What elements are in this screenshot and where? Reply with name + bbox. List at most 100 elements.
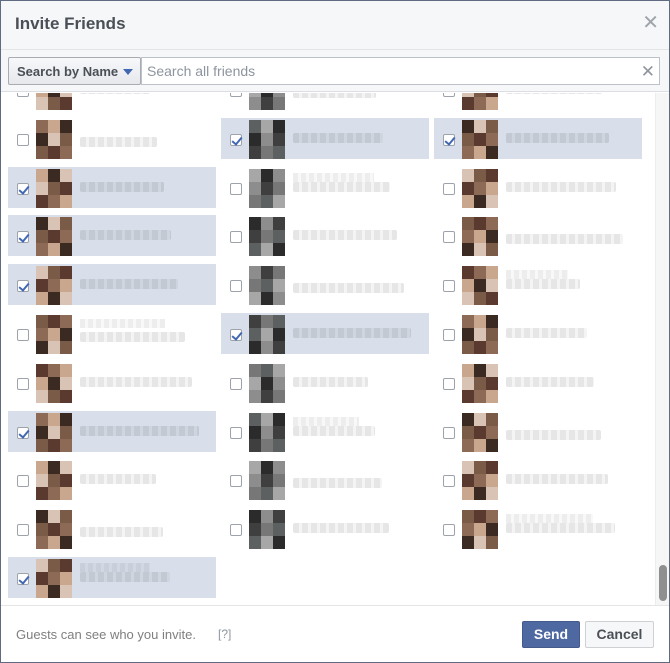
chevron-down-icon bbox=[123, 69, 133, 75]
friend-checkbox[interactable] bbox=[230, 475, 242, 488]
friend-name-blurred bbox=[80, 563, 150, 572]
friend-item[interactable] bbox=[434, 117, 642, 159]
friend-item[interactable] bbox=[221, 459, 429, 501]
friend-name-blurred bbox=[506, 234, 623, 245]
friend-checkbox[interactable] bbox=[443, 475, 455, 488]
friend-item[interactable] bbox=[434, 215, 642, 257]
friend-name-blurred bbox=[506, 474, 608, 485]
friend-item[interactable] bbox=[8, 410, 216, 452]
friend-avatar bbox=[36, 315, 72, 354]
help-link[interactable]: [?] bbox=[218, 627, 231, 641]
friend-avatar bbox=[249, 217, 285, 257]
friend-item[interactable] bbox=[8, 459, 216, 501]
friend-item[interactable] bbox=[221, 167, 429, 208]
friend-checkbox[interactable] bbox=[443, 329, 455, 341]
friend-item[interactable] bbox=[221, 508, 429, 550]
friend-name-blurred bbox=[80, 332, 185, 342]
friend-item[interactable] bbox=[434, 313, 642, 354]
friend-checkbox[interactable] bbox=[17, 280, 29, 293]
friend-item[interactable] bbox=[221, 313, 429, 354]
friend-name-blurred bbox=[80, 376, 192, 387]
friend-checkbox[interactable] bbox=[443, 231, 455, 244]
search-friends-input[interactable] bbox=[141, 57, 660, 85]
friend-name-blurred bbox=[506, 523, 615, 534]
friend-checkbox[interactable] bbox=[230, 93, 242, 97]
friend-name-blurred bbox=[80, 319, 165, 328]
friend-checkbox[interactable] bbox=[443, 426, 455, 439]
friend-item[interactable] bbox=[221, 215, 429, 257]
friend-name-blurred bbox=[506, 429, 601, 440]
friend-checkbox[interactable] bbox=[17, 133, 29, 146]
friend-name-blurred bbox=[293, 283, 404, 294]
friend-item[interactable] bbox=[221, 264, 429, 306]
friend-avatar bbox=[462, 412, 498, 452]
friend-item[interactable] bbox=[434, 411, 642, 452]
friend-checkbox[interactable] bbox=[230, 524, 242, 537]
friend-item[interactable] bbox=[434, 459, 642, 501]
friend-checkbox[interactable] bbox=[17, 426, 29, 439]
friend-item[interactable] bbox=[8, 313, 216, 354]
friend-name-blurred bbox=[293, 376, 368, 387]
friend-item[interactable] bbox=[8, 215, 216, 257]
friend-checkbox[interactable] bbox=[230, 329, 242, 341]
friend-checkbox[interactable] bbox=[17, 231, 29, 244]
friend-name-blurred bbox=[293, 172, 374, 182]
friend-item[interactable] bbox=[434, 167, 642, 208]
cancel-button[interactable]: Cancel bbox=[585, 621, 654, 648]
friend-item[interactable] bbox=[434, 93, 642, 110]
friend-checkbox[interactable] bbox=[230, 231, 242, 244]
friend-item[interactable] bbox=[8, 166, 216, 208]
friend-name-blurred bbox=[506, 328, 587, 338]
friend-checkbox[interactable] bbox=[443, 133, 455, 146]
friend-avatar bbox=[36, 559, 72, 598]
friend-item[interactable] bbox=[8, 557, 216, 598]
friend-item[interactable] bbox=[221, 117, 429, 159]
friend-item[interactable] bbox=[221, 411, 429, 452]
friend-avatar bbox=[36, 119, 72, 159]
friend-checkbox[interactable] bbox=[443, 93, 455, 97]
friend-checkbox[interactable] bbox=[230, 426, 242, 439]
friend-item[interactable] bbox=[434, 508, 642, 550]
scrollbar-thumb[interactable] bbox=[659, 565, 667, 601]
friend-item[interactable] bbox=[434, 362, 642, 403]
friend-avatar bbox=[36, 412, 72, 452]
friend-item[interactable] bbox=[8, 362, 216, 403]
friend-name-blurred bbox=[506, 181, 616, 192]
friend-item[interactable] bbox=[8, 508, 216, 550]
friend-name-blurred bbox=[80, 93, 150, 94]
invite-friends-dialog: Invite Friends ✕ Search by Name ✕ Guests… bbox=[0, 0, 670, 663]
friend-checkbox[interactable] bbox=[17, 182, 29, 195]
friend-avatar bbox=[462, 510, 498, 550]
friend-checkbox[interactable] bbox=[443, 377, 455, 390]
friend-name-blurred bbox=[293, 425, 375, 436]
friend-name-blurred bbox=[293, 523, 389, 534]
send-button[interactable]: Send bbox=[522, 621, 580, 648]
friend-checkbox[interactable] bbox=[17, 573, 29, 585]
friend-item[interactable] bbox=[8, 93, 216, 110]
friend-item[interactable] bbox=[221, 93, 429, 110]
friend-checkbox[interactable] bbox=[230, 182, 242, 195]
friend-checkbox[interactable] bbox=[230, 133, 242, 146]
friend-checkbox[interactable] bbox=[17, 93, 29, 97]
friend-avatar bbox=[249, 315, 285, 354]
search-by-dropdown[interactable]: Search by Name bbox=[8, 57, 141, 85]
friend-checkbox[interactable] bbox=[443, 182, 455, 195]
friend-checkbox[interactable] bbox=[230, 377, 242, 390]
friend-checkbox[interactable] bbox=[17, 524, 29, 537]
friend-checkbox[interactable] bbox=[443, 524, 455, 537]
friend-item[interactable] bbox=[434, 264, 642, 306]
friend-item[interactable] bbox=[8, 118, 216, 159]
close-icon[interactable]: ✕ bbox=[642, 13, 659, 33]
friend-checkbox[interactable] bbox=[230, 280, 242, 293]
friend-item[interactable] bbox=[8, 264, 216, 306]
friend-checkbox[interactable] bbox=[443, 280, 455, 293]
friend-checkbox[interactable] bbox=[17, 329, 29, 341]
friend-avatar bbox=[462, 315, 498, 354]
friend-item[interactable] bbox=[221, 362, 429, 403]
scrollbar[interactable] bbox=[655, 93, 669, 605]
friend-checkbox[interactable] bbox=[17, 475, 29, 488]
clear-search-icon[interactable]: ✕ bbox=[641, 63, 655, 80]
friend-name-blurred bbox=[293, 416, 359, 426]
friend-name-blurred bbox=[80, 181, 164, 192]
friend-checkbox[interactable] bbox=[17, 377, 29, 390]
